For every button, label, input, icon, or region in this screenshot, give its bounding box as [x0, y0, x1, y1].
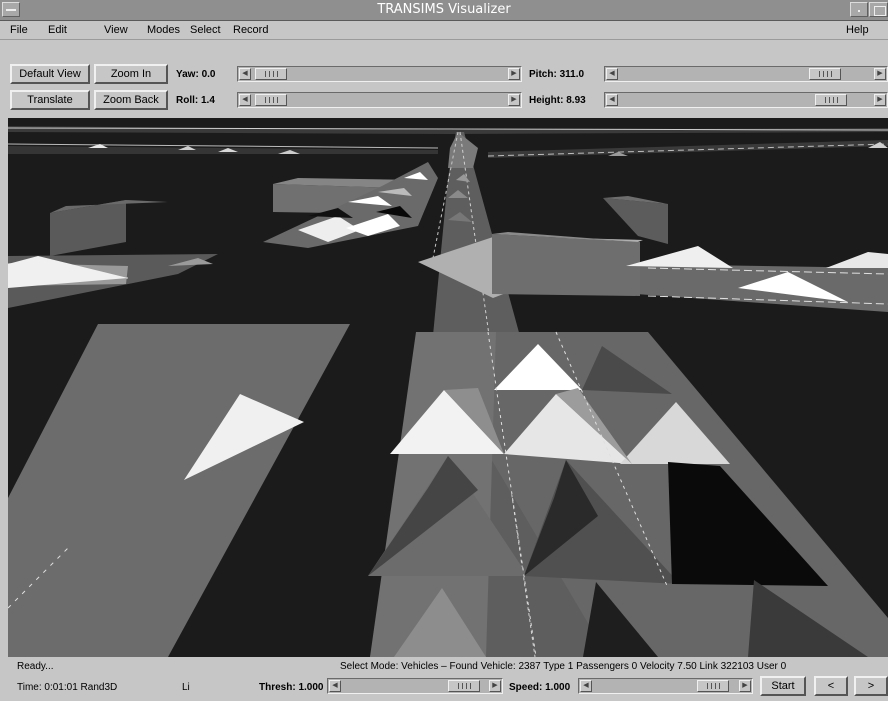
- menu-file[interactable]: File: [10, 24, 28, 36]
- slider-left-arrow-icon[interactable]: ◀: [329, 680, 341, 692]
- thresh-value: 1.000: [298, 682, 324, 693]
- menu-record[interactable]: Record: [233, 24, 268, 36]
- 3d-scene: [8, 118, 888, 657]
- roll-slider[interactable]: ◀ ▶: [237, 92, 522, 108]
- toolbar: Default View Zoom In Translate Zoom Back…: [0, 40, 888, 116]
- slider-left-arrow-icon[interactable]: ◀: [606, 94, 618, 106]
- slider-left-arrow-icon[interactable]: ◀: [239, 68, 251, 80]
- menu-select[interactable]: Select: [190, 24, 221, 36]
- speed-value: 1.000: [545, 682, 571, 693]
- slider-right-arrow-icon[interactable]: ▶: [874, 94, 886, 106]
- pitch-slider-thumb[interactable]: [809, 68, 841, 80]
- slider-right-arrow-icon[interactable]: ▶: [739, 680, 751, 692]
- default-view-button[interactable]: Default View: [10, 64, 90, 84]
- ready-status: Ready...: [17, 661, 54, 672]
- height-slider-thumb[interactable]: [815, 94, 847, 106]
- speed-slider[interactable]: ◀ ▶: [578, 678, 753, 694]
- 3d-scene-viewport[interactable]: [8, 118, 888, 657]
- minimize-icon: [858, 10, 860, 12]
- title-bar: TRANSIMS Visualizer: [0, 0, 888, 21]
- slider-right-arrow-icon[interactable]: ▶: [508, 94, 520, 106]
- menu-bar: File Edit View Modes Select Record Help: [0, 21, 888, 40]
- thresh-slider-thumb[interactable]: [448, 680, 480, 692]
- height-readout: Height: 8.93: [529, 95, 586, 106]
- yaw-value: 0.0: [201, 69, 216, 80]
- slider-left-arrow-icon[interactable]: ◀: [580, 680, 592, 692]
- roll-slider-thumb[interactable]: [255, 94, 287, 106]
- slider-right-arrow-icon[interactable]: ▶: [508, 68, 520, 80]
- slider-right-arrow-icon[interactable]: ▶: [489, 680, 501, 692]
- window-title: TRANSIMS Visualizer: [377, 2, 511, 17]
- selection-message: Select Mode: Vehicles – Found Vehicle: 2…: [340, 661, 787, 672]
- minimize-button[interactable]: [850, 2, 868, 17]
- li-label: Li: [182, 682, 190, 693]
- zoom-back-button[interactable]: Zoom Back: [94, 90, 168, 110]
- height-value: 8.93: [566, 95, 586, 106]
- pitch-readout: Pitch: 311.0: [529, 69, 584, 80]
- thresh-slider[interactable]: ◀ ▶: [327, 678, 503, 694]
- thresh-label: Thresh:: [259, 682, 296, 693]
- height-label: Height:: [529, 95, 564, 106]
- menu-view[interactable]: View: [104, 24, 128, 36]
- slider-left-arrow-icon[interactable]: ◀: [606, 68, 618, 80]
- yaw-slider[interactable]: ◀ ▶: [237, 66, 522, 82]
- menu-help[interactable]: Help: [846, 24, 869, 36]
- maximize-icon: [874, 6, 886, 16]
- pitch-value: 311.0: [559, 69, 585, 80]
- slider-right-arrow-icon[interactable]: ▶: [874, 68, 886, 80]
- roll-value: 1.4: [201, 95, 215, 106]
- thresh-readout: Thresh: 1.000: [259, 682, 323, 693]
- speed-label: Speed:: [509, 682, 543, 693]
- translate-button[interactable]: Translate: [10, 90, 90, 110]
- maximize-button[interactable]: [869, 2, 888, 17]
- height-slider[interactable]: ◀ ▶: [604, 92, 888, 108]
- speed-slider-thumb[interactable]: [697, 680, 729, 692]
- zoom-in-button[interactable]: Zoom In: [94, 64, 168, 84]
- status-bar: Ready... Select Mode: Vehicles – Found V…: [0, 658, 888, 701]
- yaw-label: Yaw:: [176, 69, 199, 80]
- roll-label: Roll:: [176, 95, 199, 106]
- menu-edit[interactable]: Edit: [48, 24, 67, 36]
- yaw-slider-thumb[interactable]: [255, 68, 287, 80]
- slider-left-arrow-icon[interactable]: ◀: [239, 94, 251, 106]
- step-forward-button[interactable]: >: [854, 676, 888, 696]
- app-window: TRANSIMS Visualizer File Edit View Modes…: [0, 0, 888, 701]
- menu-modes[interactable]: Modes: [147, 24, 180, 36]
- speed-readout: Speed: 1.000: [509, 682, 570, 693]
- start-button[interactable]: Start: [760, 676, 806, 696]
- time-readout: Time: 0:01:01 Rand3D: [17, 682, 118, 693]
- pitch-slider[interactable]: ◀ ▶: [604, 66, 888, 82]
- step-back-button[interactable]: <: [814, 676, 848, 696]
- roll-readout: Roll: 1.4: [176, 95, 215, 106]
- yaw-readout: Yaw: 0.0: [176, 69, 215, 80]
- pitch-label: Pitch:: [529, 69, 557, 80]
